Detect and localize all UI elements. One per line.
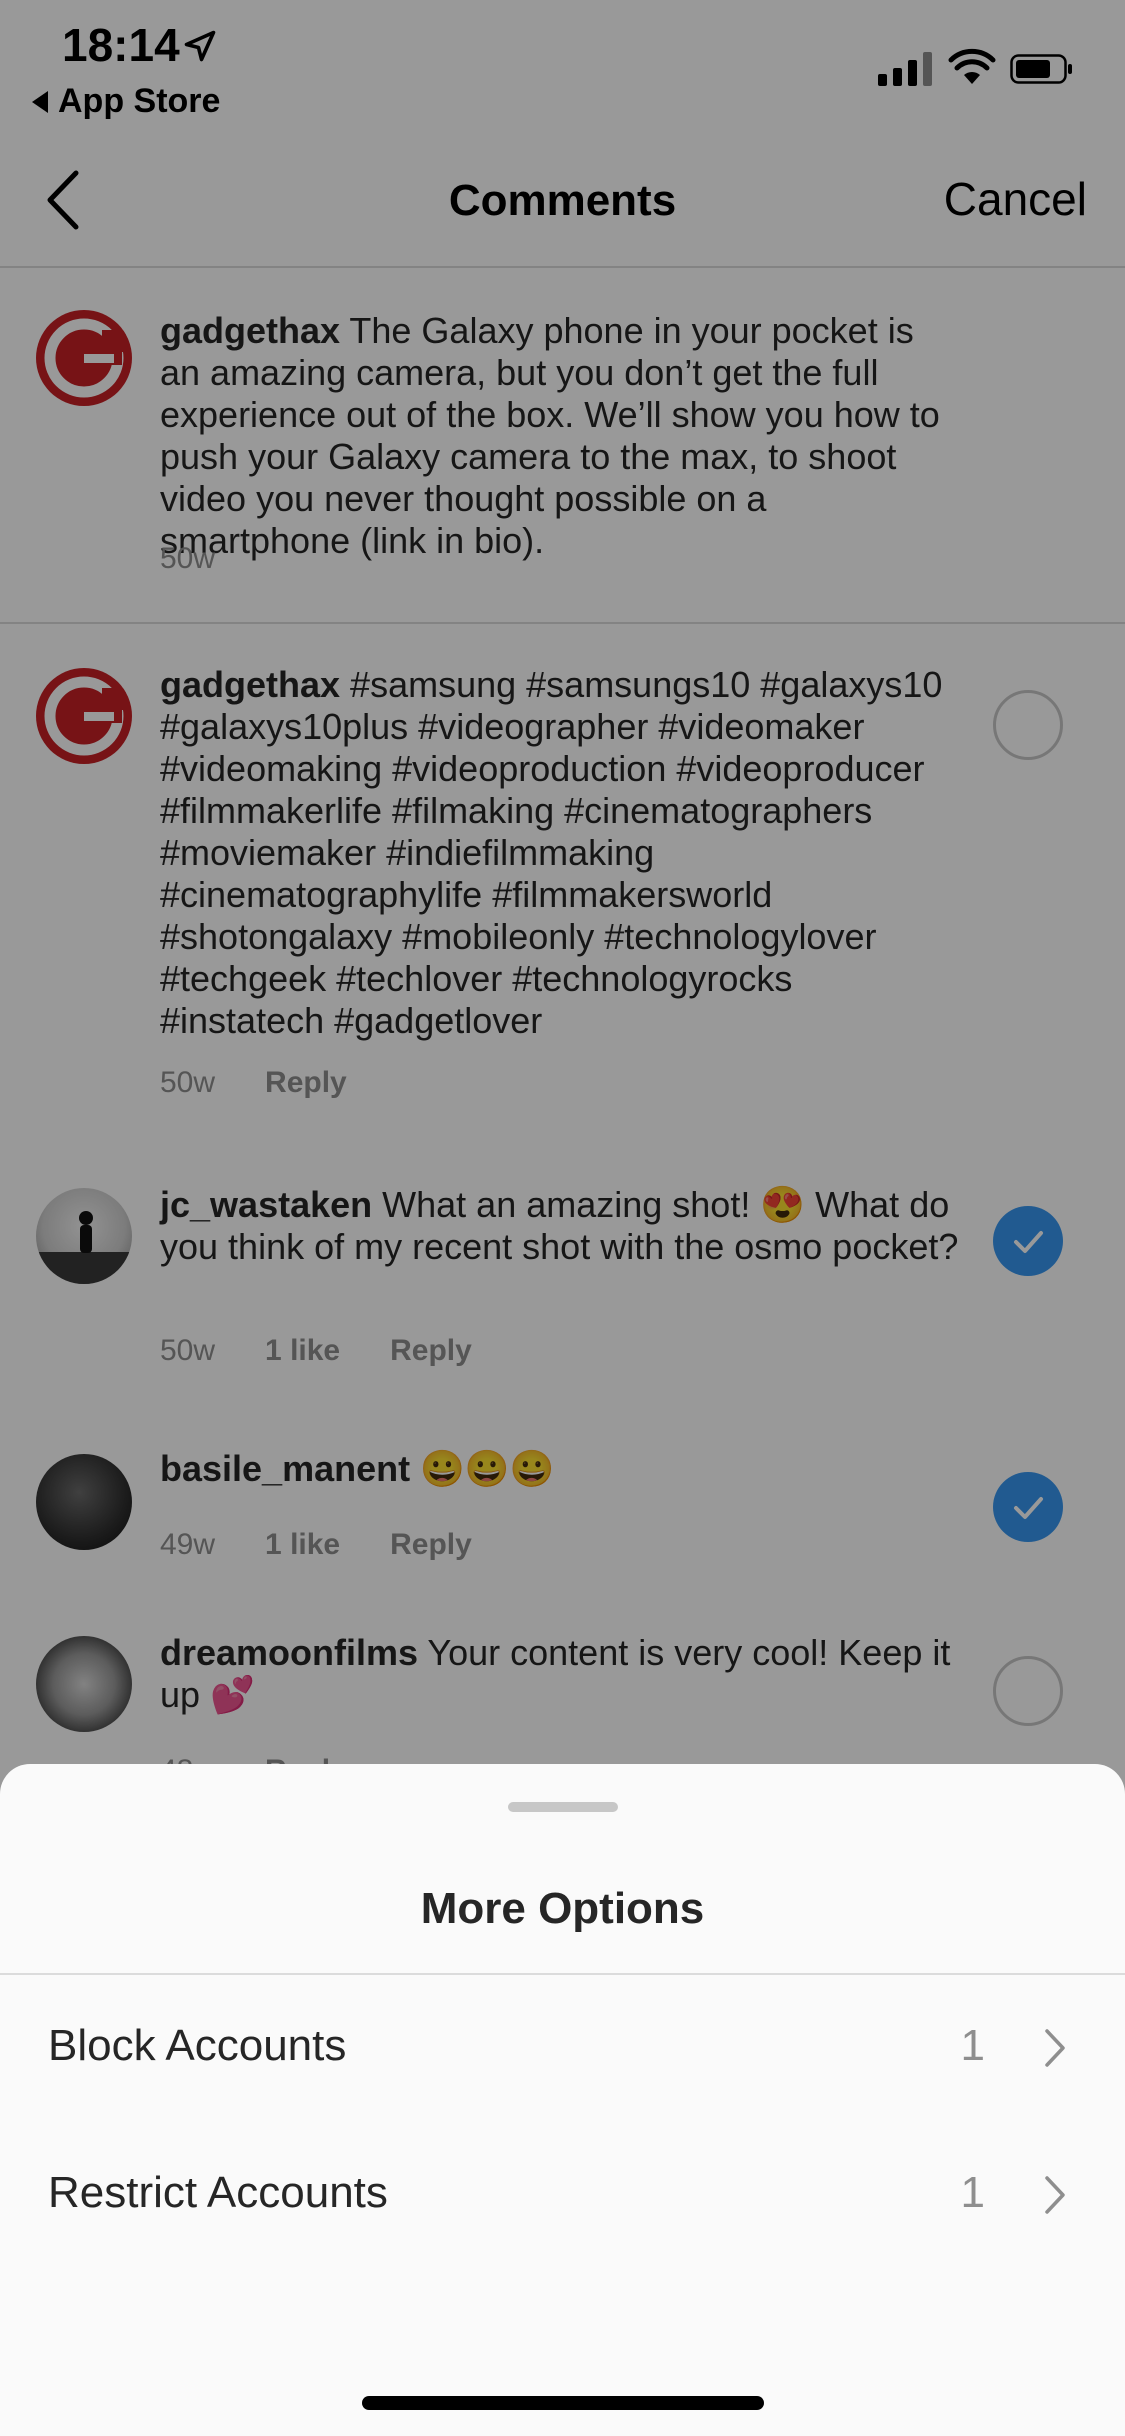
row-label: Block Accounts xyxy=(48,2021,347,2070)
row-count: 1 xyxy=(960,2168,985,2217)
more-options-sheet: More Options Block Accounts 1 Restrict A… xyxy=(0,1764,1125,2436)
row-count: 1 xyxy=(960,2021,985,2070)
restrict-accounts-row[interactable]: Restrict Accounts 1 xyxy=(0,2122,1125,2268)
row-label: Restrict Accounts xyxy=(48,2168,388,2217)
chevron-right-icon xyxy=(1045,2029,1065,2067)
block-accounts-row[interactable]: Block Accounts 1 xyxy=(0,1975,1125,2121)
sheet-title: More Options xyxy=(420,1884,705,1933)
home-indicator[interactable] xyxy=(362,2396,764,2410)
chevron-right-icon xyxy=(1045,2176,1065,2214)
sheet-drag-handle[interactable] xyxy=(508,1802,618,1812)
